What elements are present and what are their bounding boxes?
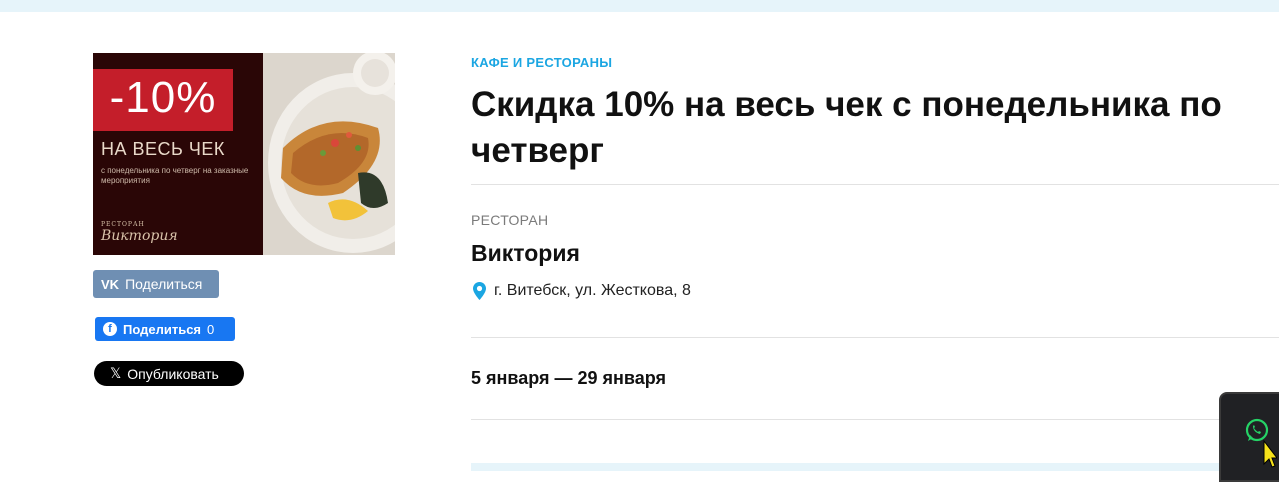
divider — [471, 419, 1279, 420]
bottom-strip — [471, 463, 1279, 471]
vk-icon: VK — [101, 276, 120, 292]
promo-brand: РЕСТОРАН Виктория — [101, 221, 178, 244]
whatsapp-widget[interactable] — [1219, 392, 1279, 482]
divider — [471, 337, 1279, 338]
mouse-cursor-icon — [1263, 440, 1277, 468]
facebook-icon: f — [103, 322, 117, 336]
promo-percent: -10% — [109, 73, 217, 122]
facebook-share-count: 0 — [207, 321, 215, 337]
facebook-share-button[interactable]: f Поделиться 0 — [95, 317, 235, 341]
facebook-share-label: Поделиться — [123, 321, 202, 337]
page-title: Скидка 10% на весь чек с понедельника по… — [471, 85, 1222, 170]
address-text: г. Витебск, ул. Жесткова, 8 — [494, 282, 691, 299]
promo-brand-small: РЕСТОРАН — [101, 221, 145, 228]
offer-dates: 5 января — 29 января — [471, 368, 666, 388]
x-post-label: Опубликовать — [127, 365, 219, 382]
address: г. Витебск, ул. Жесткова, 8 — [473, 282, 691, 300]
promo-subline: с понедельника по четверг на заказные ме… — [101, 166, 249, 185]
promo-food-photo — [263, 53, 395, 255]
vk-share-button[interactable]: VK Поделиться — [93, 270, 219, 298]
promo-image: -10% НА ВЕСЬ ЧЕК с понедельника по четве… — [93, 53, 395, 255]
place-name-link[interactable]: Виктория — [471, 240, 580, 267]
x-post-button[interactable]: 𝕏 Опубликовать — [94, 361, 244, 386]
divider — [471, 184, 1279, 185]
promo-headline: НА ВЕСЬ ЧЕК — [101, 139, 225, 159]
top-strip — [0, 0, 1279, 12]
category-link[interactable]: КАФЕ И РЕСТОРАНЫ — [471, 55, 612, 70]
promo-brand-name: Виктория — [101, 228, 178, 244]
map-pin-icon — [473, 282, 486, 300]
vk-share-label: Поделиться — [125, 276, 203, 292]
x-logo-icon: 𝕏 — [110, 365, 122, 381]
place-type-label: РЕСТОРАН — [471, 212, 549, 228]
